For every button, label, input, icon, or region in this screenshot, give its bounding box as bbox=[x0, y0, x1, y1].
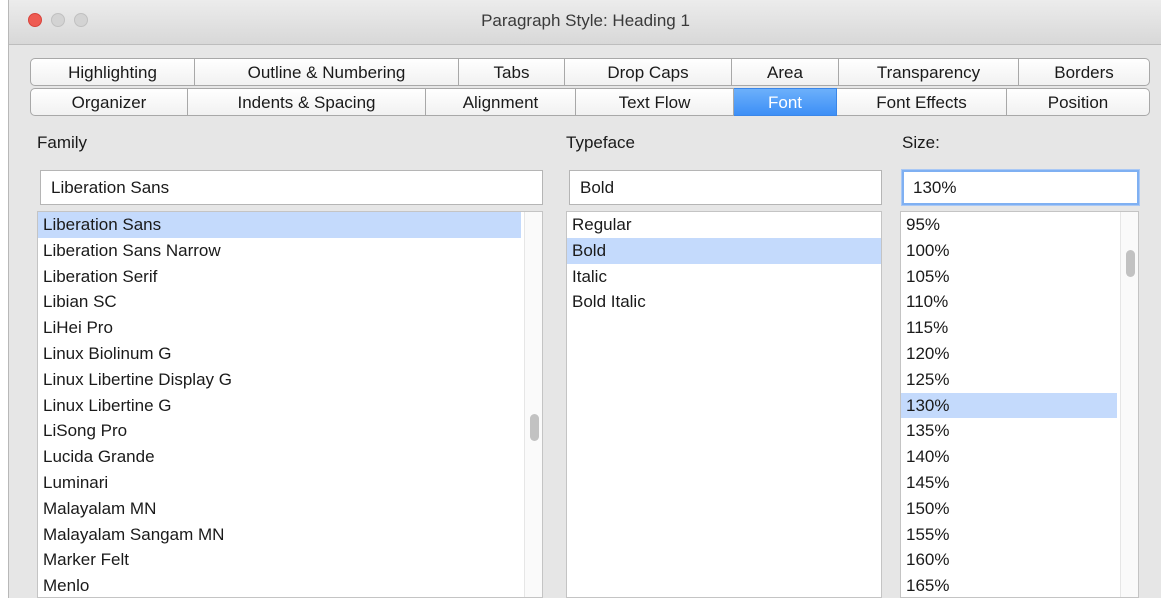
family-list-item[interactable]: Linux Libertine G bbox=[38, 393, 542, 419]
size-list-item[interactable]: 95% bbox=[901, 212, 1138, 238]
family-scrollbar[interactable] bbox=[524, 212, 542, 597]
tab-alignment[interactable]: Alignment bbox=[426, 88, 576, 116]
family-input[interactable]: Liberation Sans bbox=[40, 170, 543, 205]
size-list-item[interactable]: 125% bbox=[901, 367, 1138, 393]
family-label: Family bbox=[37, 133, 88, 152]
size-input[interactable]: 130% bbox=[902, 170, 1139, 205]
size-list-item[interactable]: 105% bbox=[901, 264, 1138, 290]
window-title: Paragraph Style: Heading 1 bbox=[481, 11, 690, 30]
tab-drop-caps[interactable]: Drop Caps bbox=[565, 58, 732, 86]
size-list-item[interactable]: 155% bbox=[901, 522, 1138, 548]
tab-borders[interactable]: Borders bbox=[1019, 58, 1150, 86]
family-list-item[interactable]: Malayalam Sangam MN bbox=[38, 522, 542, 548]
tab-organizer[interactable]: Organizer bbox=[30, 88, 188, 116]
size-list-item[interactable]: 115% bbox=[901, 315, 1138, 341]
family-list-item[interactable]: Marker Felt bbox=[38, 547, 542, 573]
family-list-item[interactable]: Liberation Sans Narrow bbox=[38, 238, 542, 264]
size-list-item[interactable]: 140% bbox=[901, 444, 1138, 470]
tab-transparency[interactable]: Transparency bbox=[839, 58, 1019, 86]
size-list-item[interactable]: 130% bbox=[901, 392, 1117, 419]
family-list[interactable]: Liberation Sans Liberation Sans Narrow L… bbox=[37, 211, 543, 598]
family-scroll-thumb[interactable] bbox=[530, 414, 539, 441]
size-label: Size: bbox=[902, 133, 940, 152]
paragraph-style-dialog: Paragraph Style: Heading 1 Highlighting … bbox=[8, 0, 1161, 598]
family-list-item[interactable]: Liberation Sans bbox=[38, 212, 521, 238]
typeface-list-item[interactable]: Bold bbox=[567, 237, 881, 264]
size-list-item[interactable]: 110% bbox=[901, 289, 1138, 315]
tab-row-2: Organizer Indents & Spacing Alignment Te… bbox=[30, 88, 1150, 116]
size-scrollbar[interactable] bbox=[1120, 212, 1138, 597]
size-list-item[interactable]: 100% bbox=[901, 238, 1138, 264]
size-list[interactable]: 95% 100% 105% 110% 115% 120% 125% 130% 1… bbox=[900, 211, 1139, 598]
size-list-item[interactable]: 165% bbox=[901, 573, 1138, 597]
size-scroll-thumb[interactable] bbox=[1126, 250, 1135, 277]
typeface-list-item[interactable]: Bold Italic bbox=[567, 289, 881, 315]
typeface-list-item[interactable]: Italic bbox=[567, 264, 881, 290]
family-list-item[interactable]: Lucida Grande bbox=[38, 444, 542, 470]
typeface-list[interactable]: Regular Bold Italic Bold Italic bbox=[566, 211, 882, 598]
tab-highlighting[interactable]: Highlighting bbox=[30, 58, 195, 86]
tab-tabs[interactable]: Tabs bbox=[459, 58, 565, 86]
typeface-label: Typeface bbox=[566, 133, 635, 152]
tab-font-effects[interactable]: Font Effects bbox=[837, 88, 1007, 116]
tab-position[interactable]: Position bbox=[1007, 88, 1150, 116]
tab-font[interactable]: Font bbox=[734, 88, 837, 116]
size-list-item[interactable]: 135% bbox=[901, 418, 1138, 444]
family-list-item[interactable]: Liberation Serif bbox=[38, 264, 542, 290]
tab-outline-numbering[interactable]: Outline & Numbering bbox=[195, 58, 459, 86]
tab-area[interactable]: Area bbox=[732, 58, 839, 86]
typeface-input[interactable]: Bold bbox=[569, 170, 882, 205]
family-list-item[interactable]: LiHei Pro bbox=[38, 315, 542, 341]
tab-text-flow[interactable]: Text Flow bbox=[576, 88, 734, 116]
size-list-item[interactable]: 145% bbox=[901, 470, 1138, 496]
size-list-item[interactable]: 150% bbox=[901, 496, 1138, 522]
tab-row-1: Highlighting Outline & Numbering Tabs Dr… bbox=[30, 58, 1150, 86]
typeface-list-item[interactable]: Regular bbox=[567, 212, 881, 238]
family-list-item[interactable]: Malayalam MN bbox=[38, 496, 542, 522]
size-list-item[interactable]: 120% bbox=[901, 341, 1138, 367]
family-list-item[interactable]: Luminari bbox=[38, 470, 542, 496]
size-list-item[interactable]: 160% bbox=[901, 547, 1138, 573]
family-list-item[interactable]: Linux Biolinum G bbox=[38, 341, 542, 367]
family-list-item[interactable]: LiSong Pro bbox=[38, 418, 542, 444]
tab-indents-spacing[interactable]: Indents & Spacing bbox=[188, 88, 426, 116]
family-list-item[interactable]: Menlo bbox=[38, 573, 542, 597]
family-list-item[interactable]: Linux Libertine Display G bbox=[38, 367, 542, 393]
family-list-item[interactable]: Libian SC bbox=[38, 289, 542, 315]
title-bar: Paragraph Style: Heading 1 bbox=[9, 0, 1161, 45]
